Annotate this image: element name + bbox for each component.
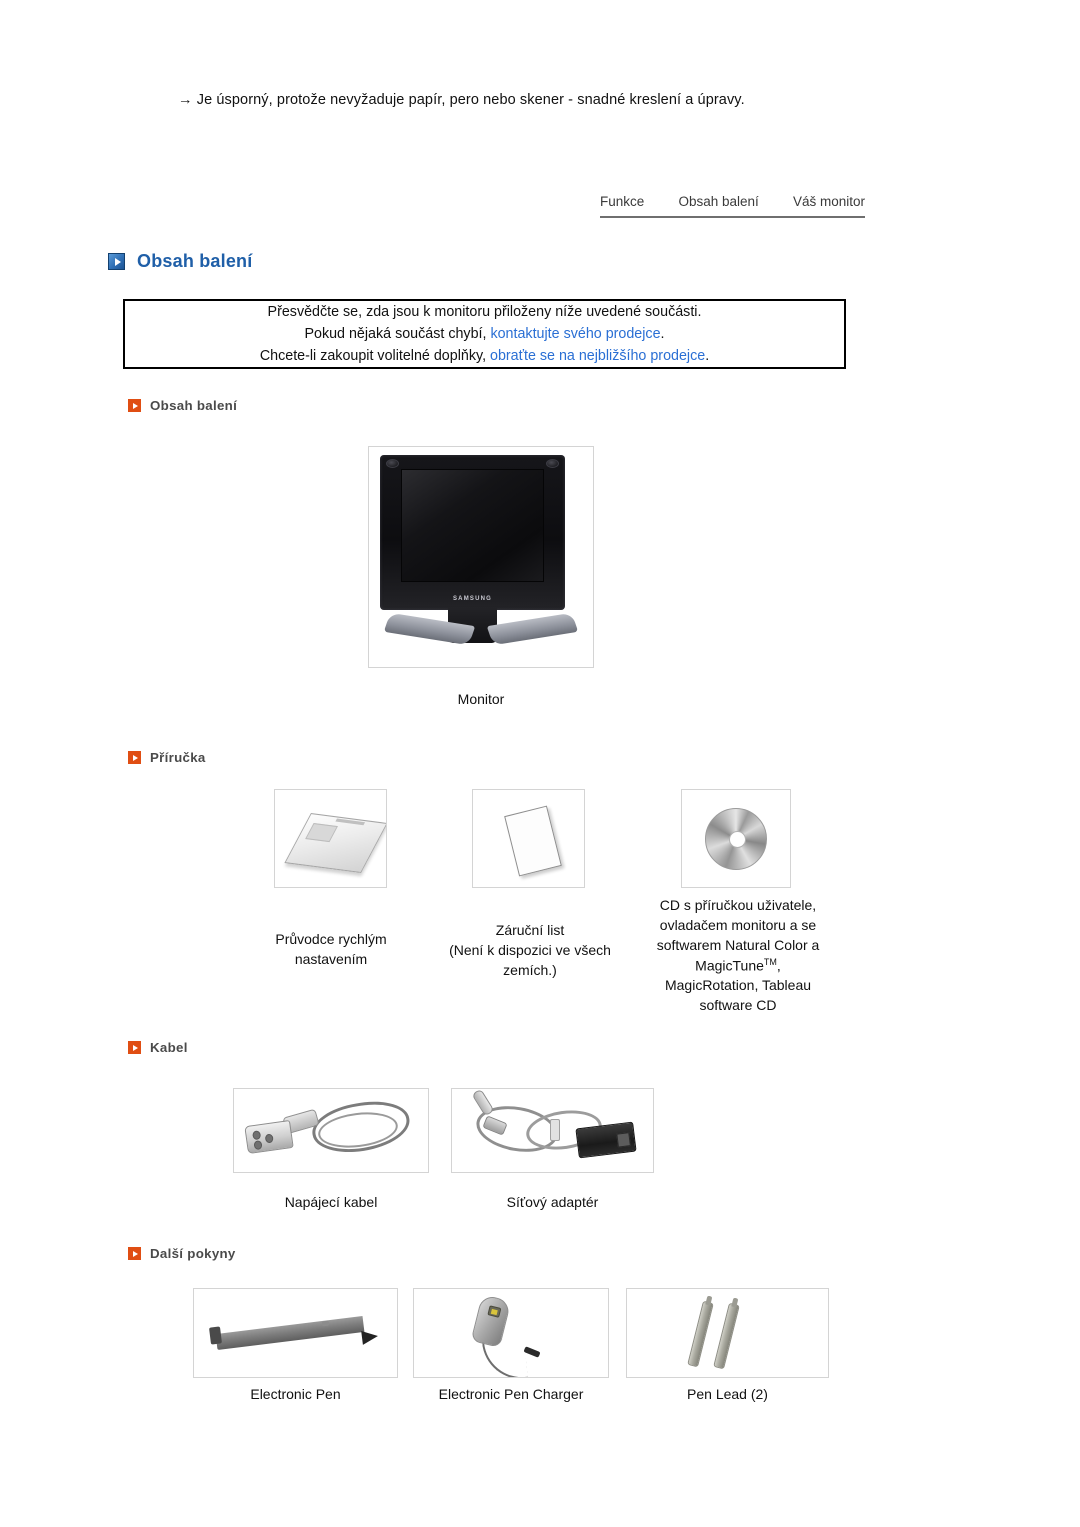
pen-charger-image-frame xyxy=(413,1288,609,1378)
section-header-obsah-baleni: Obsah balení xyxy=(128,398,237,413)
blue-arrow-icon xyxy=(108,253,125,270)
caption-cd-line-4: MagicTuneTM, xyxy=(638,956,838,977)
pen-tip xyxy=(361,1329,379,1345)
caption-warranty-line-3: zemích.) xyxy=(503,961,557,978)
page-title: Obsah balení xyxy=(137,251,253,271)
pen-lead-first xyxy=(687,1295,714,1368)
notice-box: Přesvědčte se, zda jsou k monitoru přilo… xyxy=(123,299,846,369)
monitor-screen xyxy=(401,469,544,582)
nearest-dealer-link[interactable]: obraťte se na nejbližšího prodejce xyxy=(490,348,705,364)
intro-paragraph: → Je úsporný, protože nevyžaduje papír, … xyxy=(178,92,745,108)
section-label-prirucka: Příručka xyxy=(150,750,206,765)
quick-guide-image-frame xyxy=(274,789,387,888)
caption-cd-tm-mark: TM xyxy=(763,956,777,967)
tab-vas-monitor[interactable]: Váš monitor xyxy=(793,194,865,209)
notice-line-3-suffix: . xyxy=(705,348,710,365)
orange-arrow-icon xyxy=(128,399,141,412)
caption-monitor: Monitor xyxy=(457,691,505,707)
iec-connector xyxy=(244,1119,294,1155)
section-label-obsah-baleni: Obsah balení xyxy=(150,398,238,413)
pen-side-button xyxy=(321,1320,330,1327)
notice-line-3-prefix: Chcete-li zakoupit volitelné doplňky, xyxy=(259,348,491,365)
caption-cd-line-6: software CD xyxy=(699,997,777,1014)
caption-adapter: Síťový adaptér xyxy=(506,1194,599,1210)
caption-warranty: Záruční list (Není k dispozici ve všech … xyxy=(430,921,630,981)
connector-pin-hole xyxy=(253,1140,263,1151)
caption-power-cable: Napájecí kabel xyxy=(284,1194,378,1210)
caption-pen-charger: Electronic Pen Charger xyxy=(438,1386,584,1402)
notice-line-2-prefix: Pokud nějaká součást chybí, xyxy=(304,325,491,342)
caption-software-cd: CD s příručkou uživatele, ovladačem moni… xyxy=(638,896,838,1016)
warranty-card xyxy=(504,805,562,877)
dealer-contact-link[interactable]: kontaktujte svého prodejce xyxy=(490,326,660,342)
caption-quick-guide-line-1: Průvodce rychlým xyxy=(275,931,387,947)
caption-cd-line-2: ovladačem monitoru a se xyxy=(659,916,817,933)
charger-contact-slot xyxy=(487,1305,502,1318)
notice-line-3: Chcete-li zakoupit volitelné doplňky, ob… xyxy=(260,346,709,366)
pen-end-cap xyxy=(209,1326,222,1345)
section-header-kabel: Kabel xyxy=(128,1040,188,1055)
tab-obsah-baleni[interactable]: Obsah balení xyxy=(678,194,758,209)
lcd-monitor-image: SAMSUNG xyxy=(369,447,593,667)
adapter-dc-plug-tip xyxy=(471,1089,495,1117)
orange-arrow-icon xyxy=(128,751,141,764)
monitor-brand-logo: SAMSUNG xyxy=(452,596,493,602)
section-label-kabel: Kabel xyxy=(150,1040,188,1055)
pen-lead-second xyxy=(713,1297,740,1370)
section-tab-bar: Funkce Obsah balení Váš monitor xyxy=(600,194,865,218)
connector-pin-hole xyxy=(252,1130,262,1141)
warranty-image-frame xyxy=(472,789,585,888)
caption-cd-line-3: softwarem Natural Color a xyxy=(656,936,820,953)
caption-quick-guide-line-2: nastavením xyxy=(294,950,368,967)
guide-top-bar xyxy=(335,818,366,826)
monitor-bezel: SAMSUNG xyxy=(380,455,565,610)
monitor-stand-foot-right xyxy=(486,612,579,646)
section-label-dalsi-pokyny: Další pokyny xyxy=(150,1246,236,1261)
adapter-image-frame xyxy=(451,1088,654,1173)
monitor-image-frame: SAMSUNG xyxy=(368,446,594,668)
adapter-power-brick xyxy=(575,1121,637,1159)
caption-cd-magictune: MagicTune xyxy=(695,957,764,974)
notice-line-1: Přesvědčte se, zda jsou k monitoru přilo… xyxy=(267,303,702,320)
electronic-pen-image-frame xyxy=(193,1288,398,1378)
adapter-cable-tie xyxy=(550,1119,560,1141)
monitor-corner-screw-right-icon xyxy=(546,459,559,468)
caption-warranty-line-1: Záruční list xyxy=(495,922,565,938)
section-header-prirucka: Příručka xyxy=(128,750,206,765)
orange-arrow-icon xyxy=(128,1041,141,1054)
pen-lead-tip xyxy=(705,1295,713,1306)
cd-image-frame xyxy=(681,789,791,888)
power-cable-image-frame xyxy=(233,1088,429,1173)
connector-pin-hole xyxy=(264,1133,274,1144)
section-header-dalsi-pokyny: Další pokyny xyxy=(128,1246,236,1261)
caption-cd-line-4-tail: , xyxy=(776,957,781,974)
caption-quick-guide: Průvodce rychlým nastavením xyxy=(258,930,404,970)
caption-cd-line-1: CD s příručkou uživatele, xyxy=(659,897,817,913)
guide-label-strip xyxy=(305,822,338,843)
notice-line-2-suffix: . xyxy=(660,325,665,342)
notice-line-2: Pokud nějaká součást chybí, kontaktujte … xyxy=(304,324,664,344)
pen-barrel xyxy=(215,1316,365,1350)
charger-jack xyxy=(523,1346,541,1358)
caption-cd-line-5: MagicRotation, Tableau xyxy=(664,977,812,994)
compact-disc-icon xyxy=(705,807,767,870)
caption-pen-lead: Pen Lead (2) xyxy=(687,1386,768,1402)
tab-funkce[interactable]: Funkce xyxy=(600,194,644,209)
monitor-corner-screw-left-icon xyxy=(386,459,399,468)
caption-electronic-pen: Electronic Pen xyxy=(250,1386,341,1402)
pen-lead-image-frame xyxy=(626,1288,829,1378)
caption-warranty-line-2: (Není k dispozici ve všech xyxy=(449,941,611,958)
page-title-group: Obsah balení xyxy=(108,251,252,272)
guide-booklet xyxy=(284,812,386,874)
orange-arrow-icon xyxy=(128,1247,141,1260)
pen-lead-tip xyxy=(731,1297,739,1308)
